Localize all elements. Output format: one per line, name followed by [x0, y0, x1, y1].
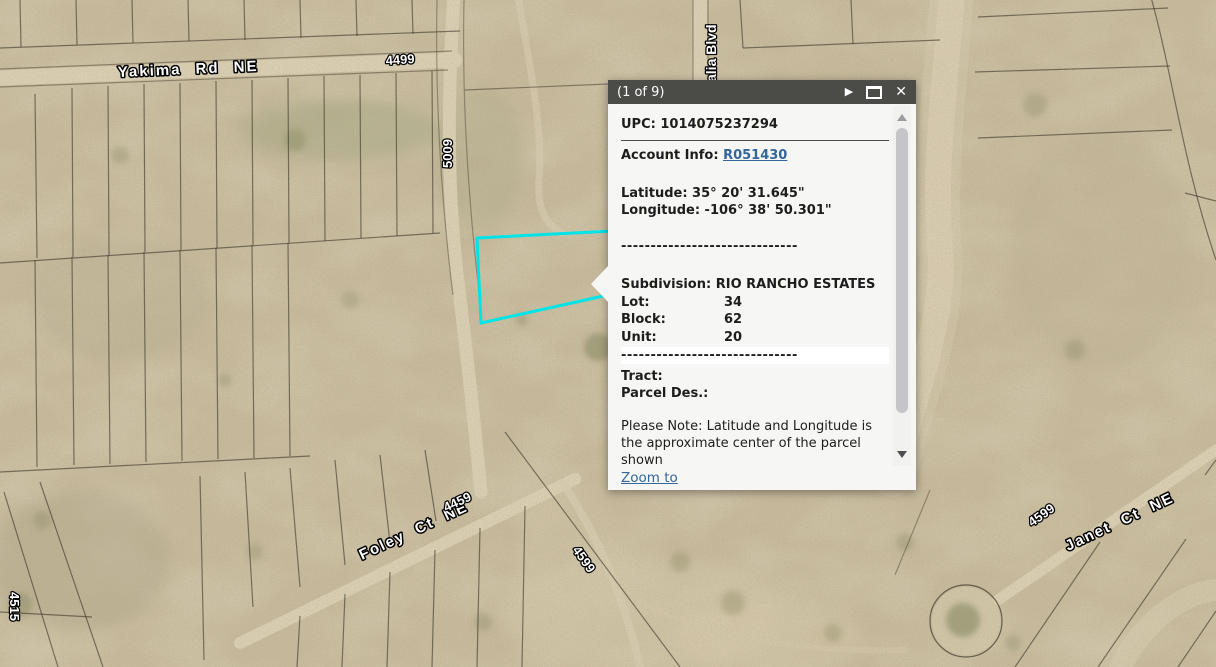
- lot-label: Lot:: [621, 294, 724, 312]
- account-link[interactable]: R051430: [723, 148, 787, 163]
- parcel-info-popup: (1 of 9) ▶ ✕ UPC: 1014075237294 Account …: [608, 80, 916, 490]
- scrollbar-thumb[interactable]: [896, 128, 908, 413]
- subdivision-line: Subdivision: RIO RANCHO ESTATES: [621, 276, 889, 294]
- unit-row: Unit: 20: [621, 329, 889, 347]
- upc-line: UPC: 1014075237294: [621, 116, 889, 133]
- note-text: Please Note: Latitude and Longitude is t…: [621, 418, 889, 466]
- block-row: Block: 62: [621, 311, 889, 329]
- separator-dashes: ------------------------------: [621, 238, 889, 255]
- popup-pager: (1 of 9): [608, 85, 845, 100]
- popup-header: (1 of 9) ▶ ✕: [608, 80, 916, 104]
- divider-line: [621, 140, 889, 141]
- unit-value: 20: [724, 329, 742, 347]
- lot-value: 34: [724, 294, 742, 312]
- block-value: 62: [724, 311, 742, 329]
- latitude-line: Latitude: 35° 20' 31.645": [621, 185, 889, 202]
- addr-label-4499: 4499: [385, 51, 415, 68]
- parcel-des-label: Parcel Des.:: [621, 385, 889, 402]
- scroll-down-icon[interactable]: [897, 451, 907, 458]
- longitude-line: Longitude: -106° 38' 50.301": [621, 202, 889, 219]
- road-label-blvd: alia Blvd: [703, 24, 719, 82]
- lot-row: Lot: 34: [621, 294, 889, 312]
- popup-scrollbar: [893, 106, 911, 466]
- addr-label-4515: 4515: [7, 592, 22, 621]
- zoom-to-link[interactable]: Zoom to: [621, 470, 678, 486]
- close-icon[interactable]: ✕: [895, 80, 907, 104]
- addr-label-5009: 5009: [440, 139, 455, 168]
- tract-label: Tract:: [621, 368, 889, 385]
- block-label: Block:: [621, 311, 724, 329]
- next-feature-icon[interactable]: ▶: [845, 80, 853, 104]
- separator-dashes-2: ------------------------------: [621, 347, 889, 364]
- account-info-label: Account Info:: [621, 148, 723, 163]
- popup-body: UPC: 1014075237294 Account Info: R051430…: [621, 104, 889, 466]
- map-viewport[interactable]: Yakima Rd NE 4499 5009 alia Blvd Foley C…: [0, 0, 1216, 667]
- unit-label: Unit:: [621, 329, 724, 347]
- popup-pointer-tail: [591, 266, 608, 302]
- account-info-line: Account Info: R051430: [621, 147, 889, 164]
- maximize-icon[interactable]: [866, 86, 882, 99]
- scroll-up-icon[interactable]: [897, 114, 907, 121]
